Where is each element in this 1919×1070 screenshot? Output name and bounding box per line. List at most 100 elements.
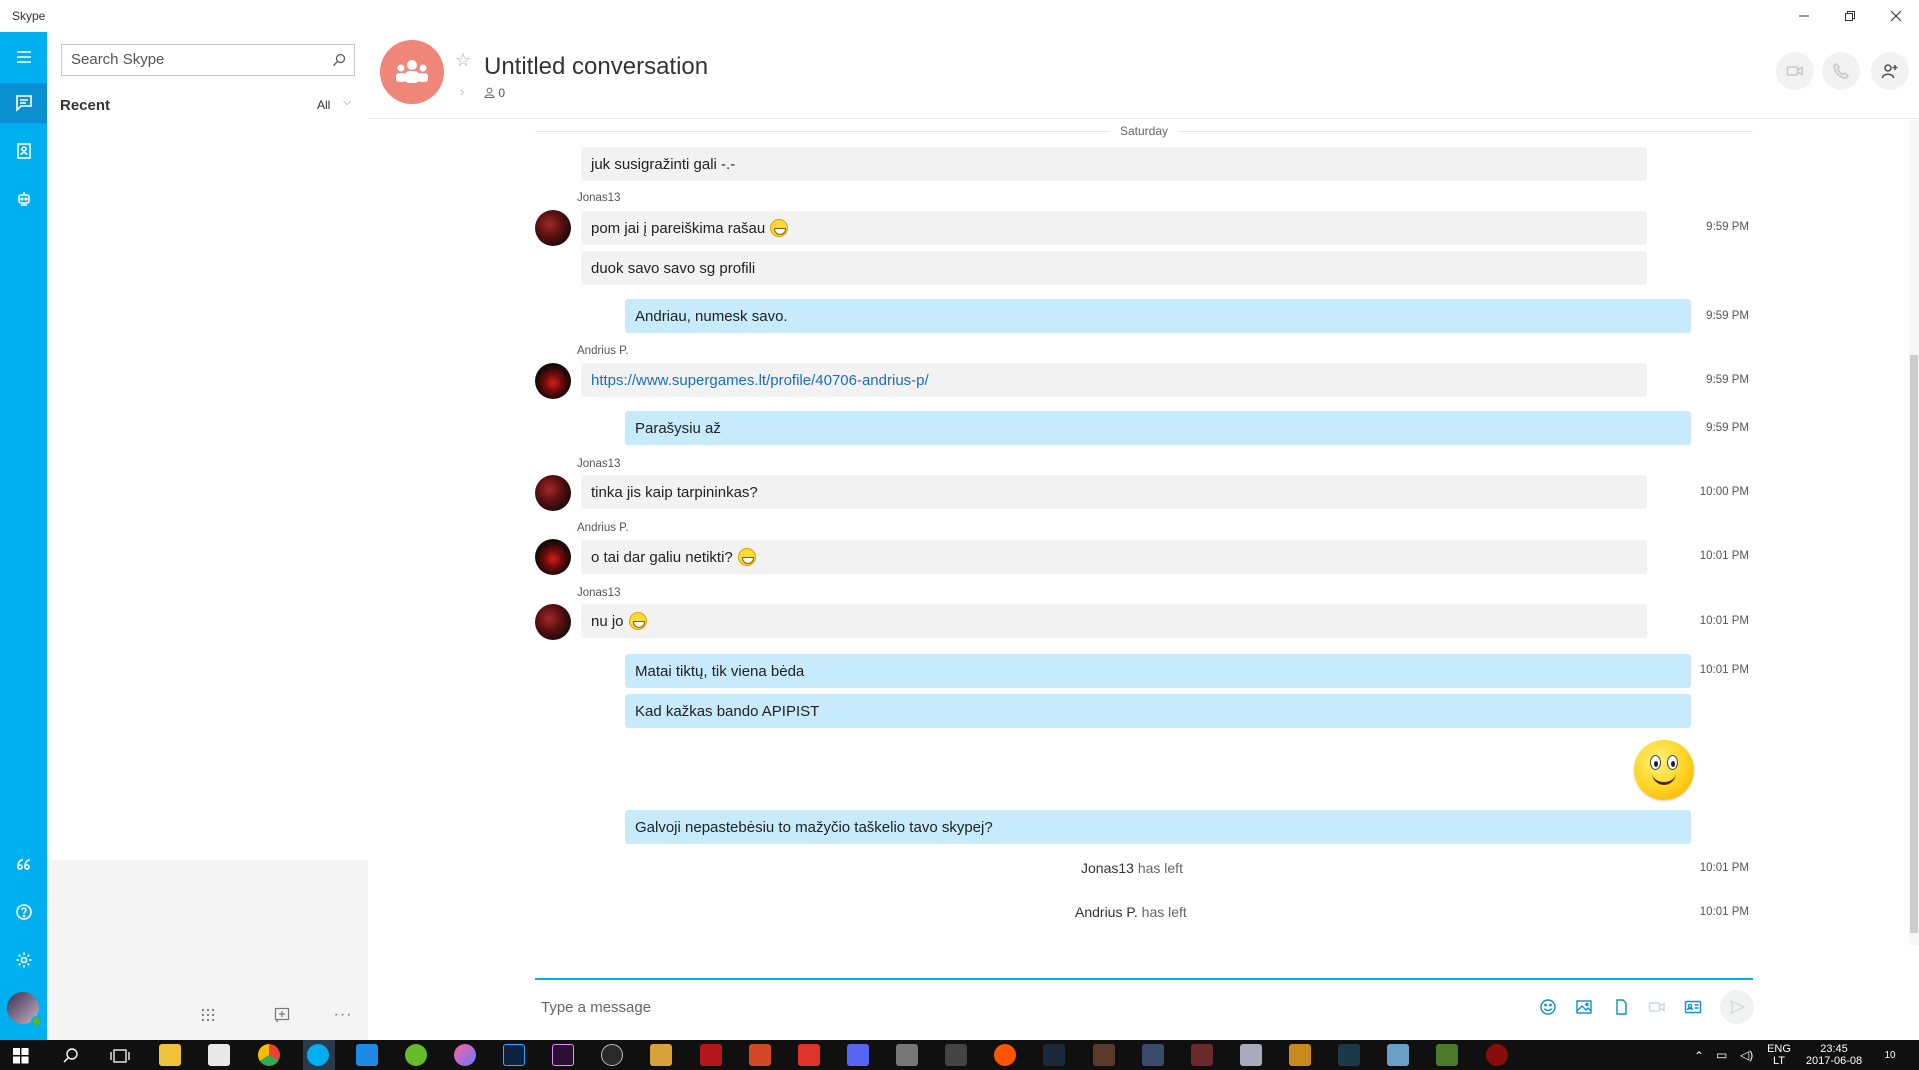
powerpoint-icon[interactable] bbox=[749, 1044, 771, 1066]
bloody-mouse-icon[interactable] bbox=[700, 1044, 722, 1066]
message-sender[interactable]: Jonas13 bbox=[577, 192, 620, 204]
search-icon[interactable] bbox=[332, 53, 346, 67]
avatar[interactable] bbox=[535, 210, 571, 246]
video-message-button[interactable] bbox=[1646, 996, 1668, 1018]
message-bubble-outgoing[interactable]: Kad kažkas bando APIPIST bbox=[625, 694, 1691, 728]
message-bubble[interactable]: duok savo savo sg profili bbox=[581, 251, 1647, 285]
file-explorer-icon[interactable] bbox=[159, 1044, 181, 1066]
scrollbar-thumb[interactable] bbox=[1910, 355, 1918, 933]
chats-button[interactable] bbox=[0, 83, 47, 123]
task-view-button[interactable] bbox=[110, 1047, 130, 1070]
close-button[interactable] bbox=[1873, 0, 1919, 32]
more-button[interactable]: ··· bbox=[327, 1003, 359, 1027]
language-indicator[interactable]: ENG LT bbox=[1764, 1043, 1794, 1067]
message-bubble[interactable]: nu jo bbox=[581, 604, 1647, 638]
game-2-icon[interactable] bbox=[1142, 1044, 1164, 1066]
add-people-button[interactable] bbox=[1871, 52, 1909, 90]
avatar[interactable] bbox=[535, 604, 571, 640]
system-user[interactable]: Jonas13 bbox=[1081, 860, 1134, 876]
message-link[interactable]: https://www.supergames.lt/profile/40706-… bbox=[591, 372, 929, 389]
app-blue-icon[interactable] bbox=[356, 1044, 378, 1066]
video-call-button[interactable] bbox=[1776, 52, 1814, 90]
itunes-icon[interactable] bbox=[454, 1044, 476, 1066]
emoticon-button[interactable] bbox=[1537, 996, 1559, 1018]
audio-call-button[interactable] bbox=[1822, 52, 1860, 90]
search-box[interactable] bbox=[61, 44, 355, 76]
game-6-icon[interactable] bbox=[1486, 1044, 1508, 1066]
steam-icon[interactable] bbox=[1043, 1044, 1065, 1066]
notifications-button[interactable]: 10 bbox=[1878, 1049, 1902, 1062]
message-input[interactable] bbox=[541, 996, 1241, 1018]
premiere-icon[interactable] bbox=[552, 1044, 574, 1066]
conversation-title[interactable]: Untitled conversation bbox=[484, 53, 708, 81]
discord-icon[interactable] bbox=[847, 1044, 869, 1066]
skype-taskbar-icon[interactable] bbox=[307, 1044, 329, 1066]
network-icon[interactable]: ▭ bbox=[1716, 1049, 1727, 1061]
send-contact-button[interactable] bbox=[1682, 996, 1704, 1018]
app-red-icon[interactable] bbox=[798, 1044, 820, 1066]
photoshop-icon[interactable] bbox=[503, 1044, 525, 1066]
start-button[interactable] bbox=[13, 1048, 29, 1069]
message-bubble[interactable]: pom jai į pareiškima rašau bbox=[581, 211, 1647, 245]
recent-filter[interactable]: All bbox=[317, 98, 330, 112]
origin-icon[interactable] bbox=[994, 1044, 1016, 1066]
message-bubble[interactable]: o tai dar galiu netikti? bbox=[581, 540, 1647, 574]
search-input[interactable] bbox=[71, 45, 321, 73]
message-sender[interactable]: Jonas13 bbox=[577, 587, 620, 599]
group-avatar[interactable] bbox=[380, 40, 444, 104]
chevron-down-icon[interactable]: ⌵ bbox=[343, 96, 351, 109]
csgo-icon[interactable] bbox=[1289, 1044, 1311, 1066]
message-bubble-outgoing[interactable]: Galvoji nepastebėsiu to mažyčio taškelio… bbox=[625, 810, 1691, 844]
settings-button[interactable] bbox=[0, 940, 47, 980]
clock[interactable]: 23:45 2017-06-08 bbox=[1805, 1043, 1863, 1067]
volume-icon[interactable]: ◁) bbox=[1740, 1049, 1753, 1061]
message-sender[interactable]: Jonas13 bbox=[577, 458, 620, 470]
utorrent-icon[interactable] bbox=[405, 1044, 427, 1066]
contacts-button[interactable] bbox=[0, 131, 47, 171]
chrome-icon[interactable] bbox=[258, 1044, 280, 1066]
menu-button[interactable] bbox=[0, 37, 47, 77]
send-image-button[interactable] bbox=[1573, 996, 1595, 1018]
favorite-star-icon[interactable]: ☆ bbox=[455, 50, 471, 71]
message-sender[interactable]: Andrius P. bbox=[577, 522, 629, 534]
system-user[interactable]: Andrius P. bbox=[1075, 904, 1138, 920]
minimize-button[interactable] bbox=[1781, 0, 1827, 32]
message-bubble-outgoing[interactable]: Andriau, numesk savo. bbox=[625, 299, 1691, 333]
message-time: 10:01 PM bbox=[1699, 664, 1749, 676]
bots-button[interactable] bbox=[0, 179, 47, 219]
participant-count[interactable]: 0 bbox=[484, 86, 505, 100]
app-circle-icon[interactable] bbox=[601, 1044, 623, 1066]
send-file-button[interactable] bbox=[1610, 996, 1632, 1018]
message-bubble[interactable]: tinka jis kaip tarpininkas? bbox=[581, 475, 1647, 509]
game-1-icon[interactable] bbox=[1093, 1044, 1115, 1066]
quotes-button[interactable] bbox=[0, 844, 47, 884]
message-bubble[interactable]: https://www.supergames.lt/profile/40706-… bbox=[581, 363, 1647, 397]
taskbar-search-button[interactable] bbox=[62, 1047, 80, 1070]
app-dark-icon[interactable] bbox=[945, 1044, 967, 1066]
league-icon[interactable] bbox=[1338, 1044, 1360, 1066]
chevron-right-icon[interactable]: › bbox=[460, 84, 464, 99]
video-message-icon bbox=[1648, 1002, 1665, 1012]
help-button[interactable] bbox=[0, 892, 47, 932]
app-grid-icon[interactable] bbox=[896, 1044, 918, 1066]
message-bubble-outgoing[interactable]: Parašysiu až bbox=[625, 411, 1691, 445]
new-chat-button[interactable] bbox=[266, 1003, 298, 1027]
game-3-icon[interactable] bbox=[1191, 1044, 1213, 1066]
avatar[interactable] bbox=[535, 475, 571, 511]
gta-icon[interactable] bbox=[1436, 1044, 1458, 1066]
header-divider bbox=[368, 118, 1919, 119]
game-5-icon[interactable] bbox=[1387, 1044, 1409, 1066]
send-button[interactable] bbox=[1720, 990, 1754, 1024]
smile-emoticon-icon[interactable] bbox=[1634, 740, 1694, 800]
app-ticket-icon[interactable] bbox=[650, 1044, 672, 1066]
message-sender[interactable]: Andrius P. bbox=[577, 345, 629, 357]
tray-chevron-up-icon[interactable]: ⌃ bbox=[1694, 1050, 1704, 1062]
avatar[interactable] bbox=[535, 539, 571, 575]
message-bubble[interactable]: juk susigražinti gali -.- bbox=[581, 147, 1647, 181]
restore-button[interactable] bbox=[1827, 0, 1873, 32]
message-bubble-outgoing[interactable]: Matai tiktų, tik viena bėda bbox=[625, 654, 1691, 688]
calculator-icon[interactable] bbox=[208, 1044, 230, 1066]
dialpad-button[interactable] bbox=[192, 1003, 224, 1027]
game-4-icon[interactable] bbox=[1240, 1044, 1262, 1066]
avatar[interactable] bbox=[535, 363, 571, 399]
